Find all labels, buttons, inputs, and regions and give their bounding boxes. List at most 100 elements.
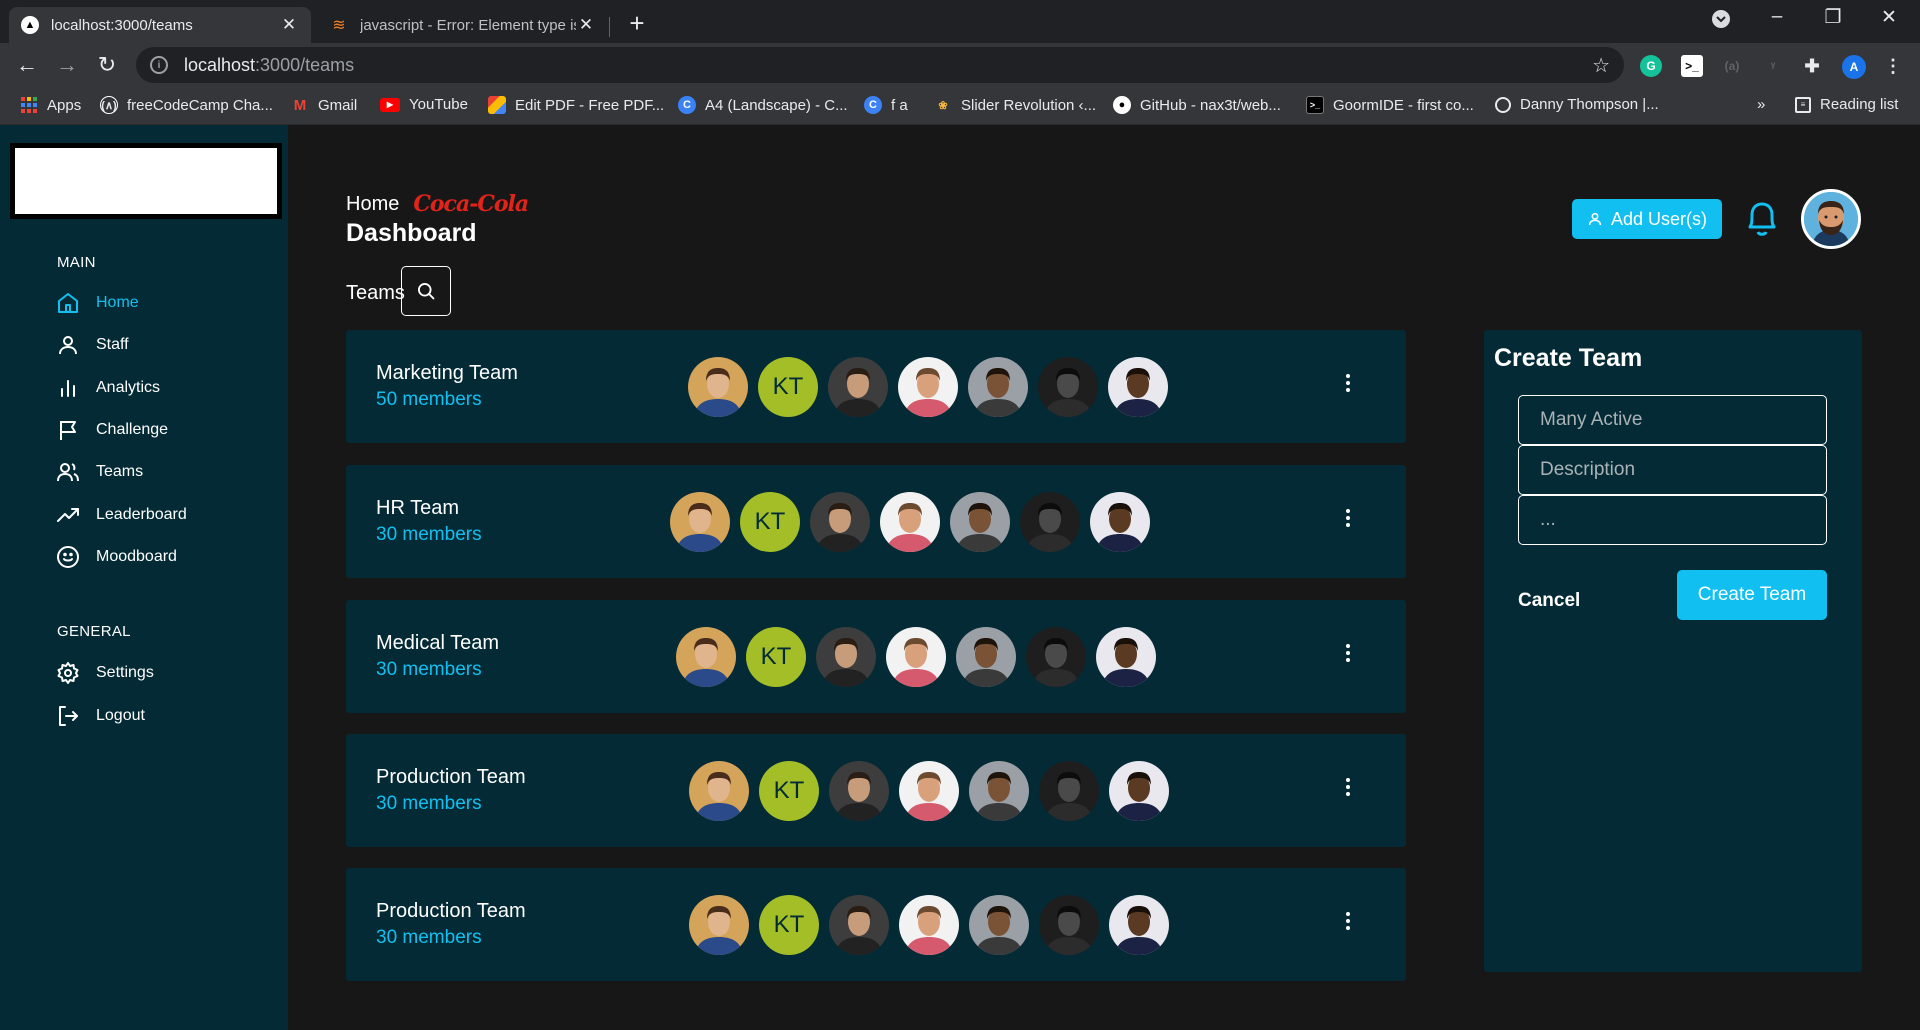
browser-tab-active[interactable]: ▲ localhost:3000/teams ✕ — [9, 7, 311, 43]
member-avatar[interactable] — [1109, 761, 1169, 821]
team-card[interactable]: Marketing Team 50 members KT — [346, 330, 1406, 443]
team-card[interactable]: Production Team 30 members KT — [346, 734, 1406, 847]
member-avatar[interactable] — [1039, 761, 1099, 821]
browser-tab[interactable]: ≋ javascript - Error: Element type is ✕ — [318, 7, 608, 43]
more-options-icon[interactable] — [1344, 374, 1352, 392]
sidebar-item-analytics[interactable]: Analytics — [56, 375, 160, 401]
more-bookmarks-icon[interactable]: » — [1757, 96, 1765, 113]
member-avatar[interactable] — [1109, 895, 1169, 955]
notification-bell-icon[interactable] — [1744, 199, 1780, 244]
create-team-button[interactable]: Create Team — [1677, 570, 1827, 620]
team-card[interactable]: Medical Team 30 members KT — [346, 600, 1406, 713]
member-avatar[interactable] — [969, 895, 1029, 955]
bookmark-youtube[interactable]: ▶ YouTube — [380, 96, 468, 113]
team-card[interactable]: HR Team 30 members KT — [346, 465, 1406, 578]
member-avatar[interactable] — [968, 357, 1028, 417]
member-avatar[interactable] — [829, 895, 889, 955]
profile-avatar[interactable]: A — [1842, 55, 1866, 79]
bookmark-canva-fa[interactable]: Cf a — [864, 96, 908, 114]
member-avatar[interactable] — [816, 627, 876, 687]
grammarly-icon[interactable]: G — [1640, 55, 1662, 77]
sidebar-item-home[interactable]: Home — [56, 290, 139, 316]
sidebar-item-teams[interactable]: Teams — [56, 459, 143, 485]
sidebar-item-leaderboard[interactable]: Leaderboard — [56, 502, 187, 528]
team-card[interactable]: Production Team 30 members KT — [346, 868, 1406, 981]
bookmark-freecodecamp[interactable]: (∧) freeCodeCamp Cha... — [100, 96, 273, 114]
sidebar-item-challenge[interactable]: Challenge — [56, 417, 168, 443]
member-avatar[interactable] — [969, 761, 1029, 821]
sidebar-item-settings[interactable]: Settings — [56, 660, 154, 686]
back-icon[interactable]: ← — [12, 50, 42, 80]
sidebar-item-staff[interactable]: Staff — [56, 332, 129, 358]
close-tab-icon[interactable]: ✕ — [576, 15, 596, 35]
reload-icon[interactable]: ↻ — [92, 50, 122, 80]
member-initials-avatar[interactable]: KT — [746, 627, 806, 687]
description-field[interactable]: Description — [1518, 445, 1827, 495]
member-avatar[interactable] — [689, 761, 749, 821]
sidebar-item-moodboard[interactable]: Moodboard — [56, 544, 177, 570]
restore-icon[interactable]: ❐ — [1818, 6, 1848, 29]
search-button[interactable] — [401, 266, 451, 316]
forward-icon[interactable]: → — [52, 50, 82, 80]
member-avatar[interactable] — [956, 627, 1016, 687]
tab-search-icon[interactable] — [1706, 9, 1736, 35]
puzzle-extensions-icon[interactable]: ✚ — [1801, 55, 1823, 77]
close-tab-icon[interactable]: ✕ — [279, 15, 299, 35]
team-name-field[interactable]: Many Active — [1518, 395, 1827, 445]
member-avatar[interactable] — [810, 492, 870, 552]
extension-icon[interactable]: ᵞ — [1762, 55, 1784, 77]
member-avatar[interactable] — [880, 492, 940, 552]
bookmark-star-icon[interactable]: ☆ — [1592, 53, 1610, 78]
breadcrumb-home[interactable]: Home — [346, 193, 399, 216]
member-avatar[interactable] — [950, 492, 1010, 552]
member-initials-avatar[interactable]: KT — [759, 895, 819, 955]
member-avatar[interactable] — [898, 357, 958, 417]
cancel-button[interactable]: Cancel — [1518, 590, 1580, 612]
bookmark-apps[interactable]: Apps — [20, 96, 81, 114]
bookmark-gmail[interactable]: M Gmail — [291, 96, 357, 114]
extra-field[interactable]: ... — [1518, 495, 1827, 545]
member-avatar[interactable] — [829, 761, 889, 821]
member-avatar[interactable] — [1026, 627, 1086, 687]
member-avatar[interactable] — [1108, 357, 1168, 417]
minimize-icon[interactable]: – — [1762, 6, 1792, 28]
add-users-button[interactable]: Add User(s) — [1572, 199, 1722, 239]
more-options-icon[interactable] — [1344, 509, 1352, 527]
member-avatar[interactable] — [1096, 627, 1156, 687]
bookmark-edit-pdf[interactable]: Edit PDF - Free PDF... — [488, 96, 664, 114]
bookmark-slider-revolution[interactable]: ❀ Slider Revolution ‹... — [934, 96, 1096, 114]
member-initials-avatar[interactable]: KT — [740, 492, 800, 552]
member-avatar[interactable] — [828, 357, 888, 417]
member-avatar[interactable] — [689, 895, 749, 955]
bookmark-goormide[interactable]: >_ GoormIDE - first co... — [1306, 96, 1474, 114]
address-bar[interactable]: i localhost:3000/teams ☆ — [136, 47, 1624, 83]
member-initials-avatar[interactable]: KT — [759, 761, 819, 821]
terminal-extension-icon[interactable]: >_ — [1681, 55, 1703, 77]
bookmark-canva-a4[interactable]: C A4 (Landscape) - C... — [678, 96, 848, 114]
close-window-icon[interactable]: ✕ — [1874, 6, 1904, 29]
reading-list-button[interactable]: ≡ Reading list — [1795, 96, 1898, 113]
bookmark-danny-thompson[interactable]: Danny Thompson |... — [1495, 96, 1659, 113]
more-options-icon[interactable] — [1344, 912, 1352, 930]
member-avatar[interactable] — [899, 761, 959, 821]
member-avatar[interactable] — [688, 357, 748, 417]
member-initials-avatar[interactable]: KT — [758, 357, 818, 417]
member-avatar[interactable] — [1090, 492, 1150, 552]
member-avatar[interactable] — [1020, 492, 1080, 552]
site-info-icon[interactable]: i — [150, 56, 168, 74]
user-avatar[interactable] — [1801, 189, 1861, 249]
bookmark-github[interactable]: ● GitHub - nax3t/web... — [1113, 96, 1281, 114]
member-avatar[interactable] — [886, 627, 946, 687]
sidebar-item-logout[interactable]: Logout — [56, 703, 145, 729]
extension-icon[interactable]: (a) — [1721, 55, 1743, 77]
more-options-icon[interactable] — [1344, 778, 1352, 796]
new-tab-icon[interactable]: + — [624, 8, 650, 39]
member-avatar[interactable] — [1038, 357, 1098, 417]
member-avatar[interactable] — [670, 492, 730, 552]
gear-icon — [57, 662, 79, 684]
browser-menu-icon[interactable]: ⋮ — [1882, 55, 1904, 77]
member-avatar[interactable] — [676, 627, 736, 687]
member-avatar[interactable] — [1039, 895, 1099, 955]
member-avatar[interactable] — [899, 895, 959, 955]
more-options-icon[interactable] — [1344, 644, 1352, 662]
